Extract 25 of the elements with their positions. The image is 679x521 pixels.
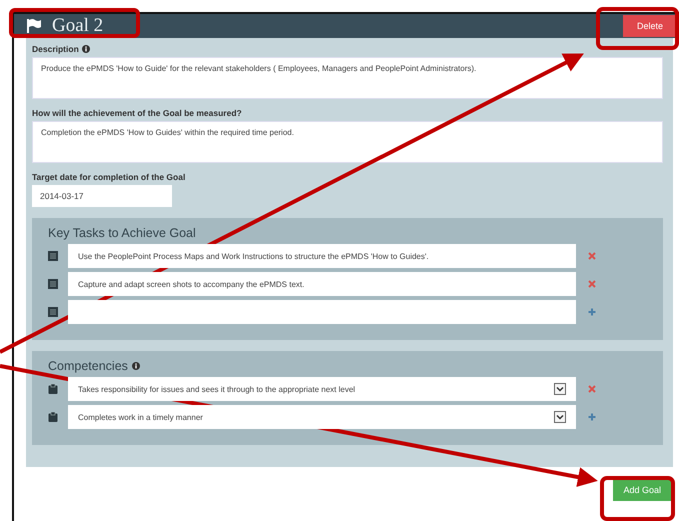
list-icon [48, 279, 58, 289]
task-field[interactable]: Use the PeoplePoint Process Maps and Work Instructions to structure the ePMDS 'How to Guides'. [68, 244, 576, 268]
competency-dropdown[interactable]: Takes responsibility for issues and sees it through to the appropriate next level [68, 377, 576, 401]
flag-icon [26, 19, 42, 33]
section-title: Competencies [48, 359, 128, 373]
competency-dropdown[interactable]: Completes work in a timely manner [68, 405, 576, 429]
description-field[interactable]: Produce the ePMDS 'How to Guide' for the relevant stakeholders ( Employees, Managers and PeoplePoint Administrators). [32, 57, 663, 99]
task-field[interactable]: Capture and adapt screen shots to accompany the ePMDS text. [68, 272, 576, 296]
section-title: Key Tasks to Achieve Goal [48, 226, 196, 240]
clipboard-icon [48, 412, 58, 422]
delete-button[interactable]: Delete [622, 15, 677, 37]
task-field[interactable] [68, 300, 576, 324]
field-label: Description [32, 44, 79, 54]
field-label: Target date for completion of the Goal [32, 172, 186, 182]
clipboard-icon [48, 384, 58, 394]
info-icon [132, 362, 140, 370]
goal-title: Goal 2 [52, 15, 104, 37]
measure-field[interactable]: Completion the ePMDS 'How to Guides' within the required time period. [32, 121, 663, 163]
list-icon [48, 307, 58, 317]
info-icon [82, 45, 90, 53]
list-icon [48, 251, 58, 261]
date-field[interactable]: 2014-03-17 [32, 185, 172, 207]
field-label: How will the achievement of the Goal be measured? [32, 108, 242, 118]
dropdown-icon[interactable] [554, 411, 566, 423]
dropdown-icon[interactable] [554, 383, 566, 395]
